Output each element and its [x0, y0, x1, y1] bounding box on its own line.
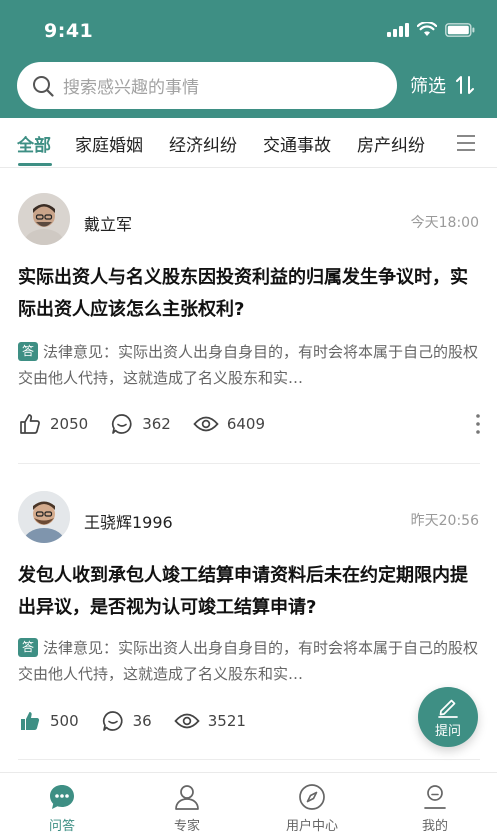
answer-text: 法律意见：实际出资人出身自身目的，有时会将本属于自己的股权交由他人代持，这就造成…: [18, 343, 478, 387]
comment-icon: [112, 414, 132, 434]
post-card[interactable]: 戴立军 今天18:00 实际出资人与名义股东因投资利益的归属发生争议时，实际出资…: [0, 168, 497, 464]
status-icons: [387, 22, 475, 37]
battery-icon: [445, 22, 475, 37]
tabbar-item-experts[interactable]: 专家: [142, 783, 232, 833]
wifi-icon: [417, 22, 437, 36]
post-time: 昨天20:56: [410, 513, 479, 529]
tabbar-item-qa[interactable]: 问答: [17, 783, 107, 833]
answer-badge: 答: [18, 342, 38, 361]
edit-icon: [438, 699, 458, 718]
tab-traffic-accident[interactable]: 交通事故: [263, 131, 331, 156]
eye-icon: [174, 713, 200, 729]
answer-excerpt[interactable]: 答法律意见：实际出资人出身自身目的，有时会将本属于自己的股权交由他人代持，这就造…: [18, 635, 478, 687]
like-count: 500: [50, 712, 79, 730]
answer-badge: 答: [18, 638, 38, 657]
search-icon: [33, 75, 54, 97]
header: 9:41 搜索感兴趣的事情 筛选: [0, 0, 497, 118]
active-tab-indicator: [18, 163, 52, 166]
post-stats: 2050 362 6409: [18, 412, 287, 436]
tab-all[interactable]: 全部: [17, 131, 51, 156]
tabbar-label-experts: 专家: [173, 819, 200, 833]
comment-count: 36: [132, 712, 152, 730]
answer-text: 法律意见：实际出资人出身自身目的，有时会将本属于自己的股权交由他人代持，这就造成…: [18, 639, 478, 683]
search-placeholder: 搜索感兴趣的事情: [63, 78, 199, 98]
view-count: 3521: [207, 712, 246, 730]
thumbs-up-icon: [20, 414, 40, 434]
status-time: 9:41: [44, 20, 94, 42]
author-name[interactable]: 王骁辉1996: [84, 509, 173, 533]
divider: [18, 759, 480, 760]
tabbar-label-user-center: 用户中心: [285, 819, 338, 833]
compass-icon: [299, 784, 325, 810]
like-count: 2050: [50, 415, 89, 433]
tab-property-dispute[interactable]: 房产纠纷: [357, 131, 425, 156]
avatar[interactable]: [18, 193, 70, 245]
comment-icon: [102, 711, 123, 731]
avatar[interactable]: [18, 491, 70, 543]
profile-icon: [424, 785, 446, 809]
comment-count: 362: [142, 415, 171, 433]
post-stats: 500 36 3521: [18, 709, 268, 733]
comment-button[interactable]: 36: [101, 709, 152, 733]
filter-label: 筛选: [410, 76, 446, 97]
chat-bubble-icon: [50, 785, 74, 809]
more-icon[interactable]: [475, 413, 481, 435]
like-button[interactable]: 2050: [18, 412, 88, 436]
eye-icon: [193, 416, 219, 432]
ask-question-label: 提问: [434, 723, 461, 739]
menu-icon[interactable]: [456, 134, 476, 152]
tabbar-item-user-center[interactable]: 用户中心: [267, 783, 357, 833]
views: 6409: [193, 414, 265, 434]
question-title[interactable]: 实际出资人与名义股东因投资利益的归属发生争议时，实际出资人应该怎么主张权利?: [18, 262, 478, 326]
tabbar-item-mine[interactable]: 我的: [390, 783, 480, 833]
question-title[interactable]: 发包人收到承包人竣工结算申请资料后未在约定期限内提出异议，是否视为认可竣工结算申…: [18, 560, 478, 624]
user-icon: [175, 785, 199, 810]
tabbar-label-qa: 问答: [48, 819, 75, 833]
search-input[interactable]: 搜索感兴趣的事情: [17, 62, 397, 109]
user-photo-icon: [18, 193, 70, 245]
comment-button[interactable]: 362: [110, 412, 171, 436]
sort-icon: [456, 76, 474, 94]
bottom-tab-bar: 问答 专家 用户中心 我的: [0, 772, 497, 833]
user-photo-icon: [18, 491, 70, 543]
tab-family-marriage[interactable]: 家庭婚姻: [75, 131, 143, 156]
author-name[interactable]: 戴立军: [84, 211, 132, 235]
like-button[interactable]: 500: [18, 709, 79, 733]
post-time: 今天18:00: [410, 215, 479, 231]
filter-button[interactable]: 筛选: [410, 72, 474, 98]
ask-question-button[interactable]: 提问: [418, 687, 478, 747]
signal-icon: [387, 22, 409, 37]
tabbar-label-mine: 我的: [421, 819, 448, 833]
thumbs-up-filled-icon: [21, 712, 40, 730]
tab-economic-dispute[interactable]: 经济纠纷: [169, 131, 237, 156]
answer-excerpt[interactable]: 答法律意见：实际出资人出身自身目的，有时会将本属于自己的股权交由他人代持，这就造…: [18, 339, 478, 391]
view-count: 6409: [226, 415, 266, 433]
views: 3521: [174, 711, 246, 731]
category-tabs: 全部 家庭婚姻 经济纠纷 交通事故 房产纠纷: [0, 118, 497, 168]
